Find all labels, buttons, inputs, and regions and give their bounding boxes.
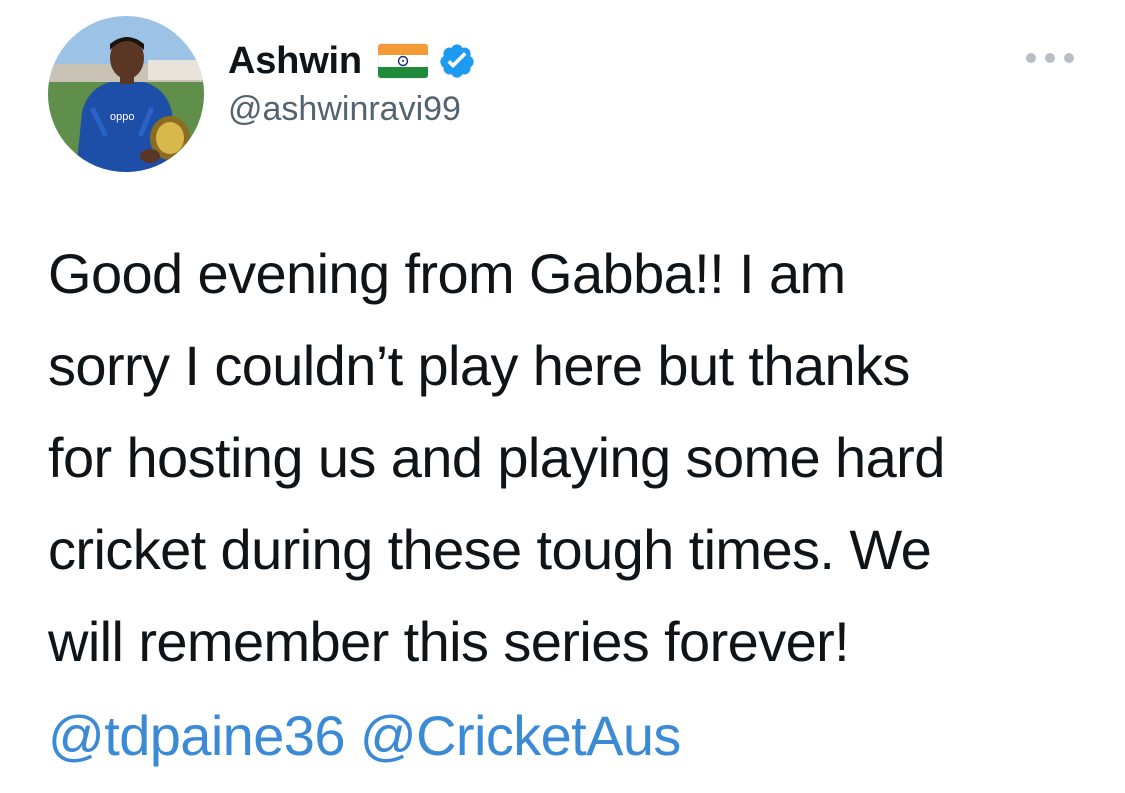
more-options-icon[interactable] — [1026, 48, 1074, 68]
tweet-text: Good evening from Gabba!! I am sorry I c… — [48, 228, 1108, 688]
tweet-line: sorry I couldn’t play here but thanks — [48, 334, 910, 397]
tweet-line: will remember this series forever! — [48, 610, 850, 673]
more-dot — [1045, 53, 1055, 63]
tweet-line: Good evening from Gabba!! I am — [48, 242, 846, 305]
mention-link-tdpaine36[interactable]: @tdpaine36 — [48, 704, 345, 767]
tweet-mentions: @tdpaine36 @CricketAus — [48, 690, 681, 782]
verified-badge-icon — [440, 44, 474, 78]
more-dot — [1026, 53, 1036, 63]
display-name[interactable]: Ashwin — [228, 40, 362, 83]
avatar-photo: oppo — [48, 16, 204, 172]
mention-link-cricketaus[interactable]: @CricketAus — [360, 704, 682, 767]
name-row: Ashwin — [228, 38, 476, 84]
more-dot — [1064, 53, 1074, 63]
tweet-line: cricket during these tough times. We — [48, 518, 932, 581]
india-flag-icon — [377, 43, 428, 79]
user-handle[interactable]: @ashwinravi99 — [228, 90, 461, 129]
avatar[interactable]: oppo — [48, 16, 204, 172]
svg-text:oppo: oppo — [110, 111, 134, 123]
tweet-line: for hosting us and playing some hard — [48, 426, 945, 489]
